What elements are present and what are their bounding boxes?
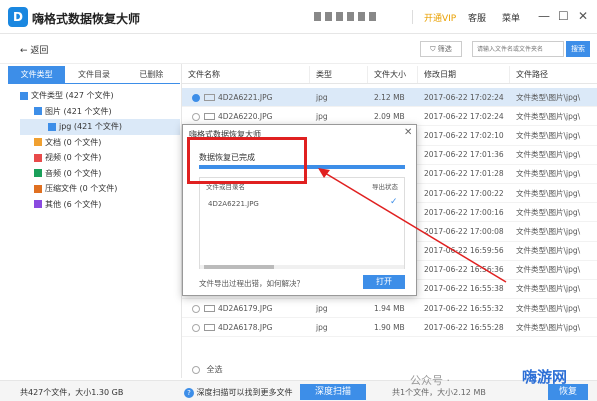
watermark-text: 公众号 · (410, 374, 450, 387)
watermark-brand: 嗨游网 (522, 368, 568, 386)
annotation-arrow (318, 168, 507, 283)
